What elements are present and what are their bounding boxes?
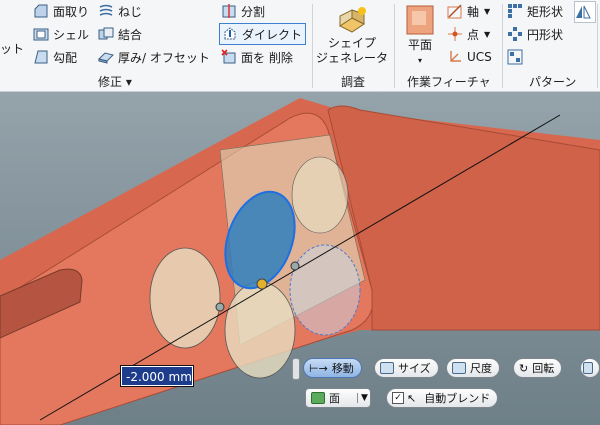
thicken-offset-label: 厚み/ オフセット — [118, 50, 210, 65]
point-label: 点 — [467, 27, 480, 42]
chamfer-label: 面取り — [53, 4, 90, 19]
mirror-icon — [575, 4, 591, 20]
move-icon: ⊢→ — [309, 361, 328, 375]
pattern-group-label: パターン — [529, 75, 577, 89]
auto-blend-label: 自動ブレンド — [424, 392, 491, 405]
face-select-dropdown[interactable]: 面 ▼ — [305, 388, 371, 408]
thicken-icon — [98, 49, 114, 65]
cut-off-label: ット — [0, 41, 25, 56]
cursor-icon: ↖ — [407, 391, 417, 405]
separator — [502, 4, 503, 88]
move-button[interactable]: ⊢→ 移動 — [303, 358, 362, 378]
shell-icon — [33, 26, 49, 42]
combine-icon — [98, 26, 114, 42]
size-label: サイズ — [398, 362, 431, 375]
cut-off-button[interactable]: ット — [0, 38, 24, 58]
chevron-down-icon: ▼ — [484, 29, 491, 39]
draft-label: 勾配 — [53, 50, 78, 65]
direct-label: ダイレクト — [242, 27, 303, 42]
axis-label: 軸 — [467, 4, 480, 19]
separator — [597, 4, 598, 88]
chevron-down-icon: ▾ — [417, 56, 422, 65]
delete-face-button[interactable]: 面を 削除 — [221, 47, 293, 67]
draft-icon — [33, 49, 49, 65]
thread-button[interactable]: ねじ — [98, 1, 142, 21]
thread-label: ねじ — [118, 4, 143, 19]
chevron-down-icon: ▼ — [484, 6, 491, 16]
thread-icon — [98, 3, 114, 19]
plane-icon — [398, 4, 442, 38]
shell-button[interactable]: シェル — [33, 24, 89, 44]
more-button[interactable] — [580, 358, 600, 378]
point-icon — [447, 26, 463, 42]
direct-button[interactable]: ダイレクト — [219, 23, 307, 45]
plane-button[interactable]: 平面 ▾ — [398, 4, 442, 68]
split-icon — [221, 3, 237, 19]
rotate-icon: ↻ — [519, 361, 529, 375]
plane-label: 平面 — [407, 38, 432, 52]
shape-generator-icon — [314, 4, 390, 36]
mini-toolbar-grip[interactable] — [292, 358, 300, 380]
split-button[interactable]: 分割 — [221, 1, 265, 21]
more-icon — [583, 362, 593, 374]
ucs-label: UCS — [467, 50, 492, 64]
dimension-input[interactable]: -2.000 mm — [120, 365, 194, 387]
sketch-pattern-button[interactable] — [507, 47, 527, 67]
split-label: 分割 — [241, 4, 266, 19]
scale-icon — [452, 362, 466, 374]
work-features-group-label: 作業フィーチャ — [407, 75, 491, 89]
axis-icon — [447, 3, 463, 19]
delete-face-icon — [221, 49, 237, 65]
auto-blend-toggle[interactable]: ✓ ↖ 自動ブレンド — [386, 388, 499, 408]
rotate-label: 回転 — [532, 362, 555, 375]
separator — [394, 4, 395, 88]
face-label: 面 — [329, 392, 340, 405]
ucs-button[interactable]: UCS — [447, 47, 492, 67]
move-label: 移動 — [331, 362, 354, 375]
model-view[interactable] — [0, 92, 600, 425]
circular-pattern-icon — [507, 26, 523, 42]
sketch-pattern-icon — [507, 49, 523, 65]
size-icon — [380, 362, 394, 374]
rotate-button[interactable]: ↻ 回転 — [513, 358, 563, 378]
modify-group-label[interactable]: 修正 ▾ — [98, 73, 132, 90]
scale-label: 尺度 — [470, 362, 492, 375]
separator — [312, 4, 313, 88]
chevron-down-icon: ▼ — [357, 393, 368, 403]
graphics-viewport[interactable] — [0, 92, 600, 425]
rectangular-pattern-icon — [507, 3, 523, 19]
rectangular-pattern-button[interactable]: 矩形状 — [507, 1, 563, 21]
rectangular-pattern-label: 矩形状 — [527, 4, 564, 19]
thicken-offset-button[interactable]: 厚み/ オフセット — [98, 47, 210, 67]
circular-pattern-button[interactable]: 円形状 — [507, 24, 563, 44]
ucs-icon — [447, 49, 463, 65]
checkbox-icon: ✓ — [392, 392, 404, 404]
face-icon — [311, 392, 325, 404]
scale-button[interactable]: 尺度 — [446, 358, 500, 378]
combine-button[interactable]: 結合 — [98, 24, 142, 44]
delete-face-label: 面を 削除 — [241, 50, 293, 65]
direct-icon — [222, 26, 238, 42]
survey-group-label: 調査 — [341, 75, 366, 89]
ribbon: ット 面取り シェル 勾配 ねじ 結合 厚み/ オフセット 分割 ダイレクト 面… — [0, 0, 600, 92]
draft-button[interactable]: 勾配 — [33, 47, 77, 67]
circular-pattern-label: 円形状 — [527, 27, 564, 42]
size-button[interactable]: サイズ — [374, 358, 439, 378]
shape-generator-button[interactable]: シェイプ ジェネレータ — [314, 4, 390, 66]
shell-label: シェル — [53, 27, 90, 42]
point-button[interactable]: 点 ▼ — [447, 24, 490, 44]
mirror-button[interactable] — [574, 1, 596, 23]
chamfer-button[interactable]: 面取り — [33, 1, 89, 21]
combine-label: 結合 — [118, 27, 143, 42]
chamfer-icon — [33, 3, 49, 19]
axis-button[interactable]: 軸 ▼ — [447, 1, 490, 21]
shape-generator-label: シェイプ ジェネレータ — [315, 36, 388, 65]
